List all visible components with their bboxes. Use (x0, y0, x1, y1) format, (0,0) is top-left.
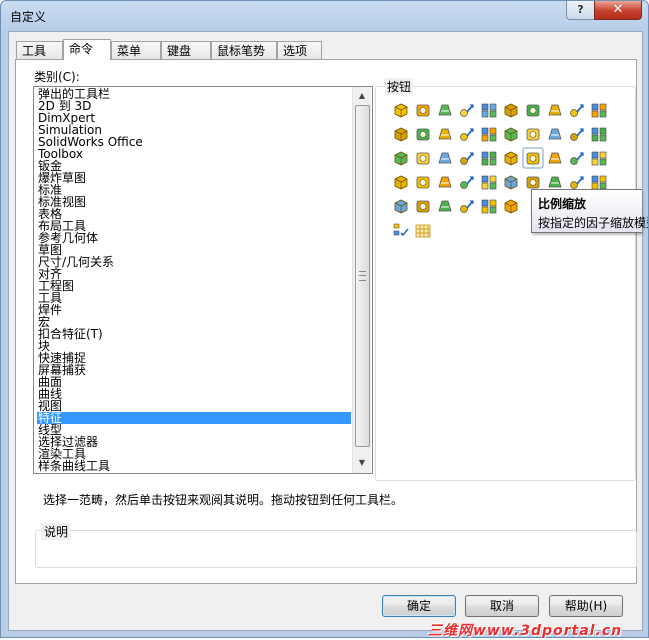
tab-toolbars[interactable]: 工具栏 (16, 41, 63, 76)
category-item[interactable]: 视图 (37, 400, 351, 412)
tooltip-description: 按指定的因子缩放模型 (538, 216, 649, 230)
scroll-up-icon[interactable]: ▲ (354, 88, 370, 104)
buttons-group-box (375, 86, 636, 481)
category-item[interactable]: 曲面 (37, 376, 351, 388)
rib-icon[interactable] (460, 128, 474, 141)
tab-options[interactable]: 选项 (277, 41, 322, 59)
close-button[interactable]: ✕ (594, 1, 642, 20)
category-item[interactable]: 曲线 (37, 388, 351, 400)
lofted-cut-icon[interactable] (591, 103, 607, 118)
category-item[interactable]: 标准视图 (37, 196, 351, 208)
help-button[interactable]: 帮助(H) (549, 595, 623, 617)
draft-icon[interactable] (481, 127, 497, 142)
thicken-icon[interactable] (548, 152, 562, 164)
command-tooltip: 比例缩放 按指定的因子缩放模型 (531, 189, 648, 233)
extruded-boss-icon[interactable] (394, 103, 408, 118)
ok-button[interactable]: 确定 (382, 595, 456, 617)
category-item[interactable]: SolidWorks Office (37, 136, 351, 148)
window-title: 自定义 (10, 10, 47, 24)
hole-series-icon[interactable] (591, 151, 607, 166)
intersect-icon[interactable] (504, 151, 518, 166)
category-item[interactable]: 参考几何体 (37, 232, 351, 244)
hole-wizard-icon[interactable] (526, 104, 540, 117)
indent-icon[interactable] (394, 151, 408, 166)
category-item[interactable]: 屏幕捕获 (37, 364, 351, 376)
watermark: 三维网www.3dportal.cn (428, 623, 623, 639)
revolved-boss-icon[interactable] (416, 104, 430, 117)
point-pattern-icon[interactable] (570, 176, 584, 189)
description-group-box (35, 530, 637, 568)
scale-icon[interactable] (522, 147, 544, 169)
category-item[interactable]: 对齐 (37, 268, 351, 280)
delete-body-icon[interactable] (548, 176, 562, 188)
fill-pattern-icon[interactable] (526, 176, 540, 189)
curve-icon[interactable] (504, 199, 518, 214)
lofted-boss-icon[interactable] (460, 104, 474, 117)
category-item[interactable]: 样条曲线工具 (37, 460, 351, 472)
title-bar[interactable]: 自定义 ? ✕ (1, 1, 648, 31)
hint-text: 选择一范畴，然后单击按钮来观阅其说明。拖动按钮到任何工具栏。 (43, 493, 404, 507)
scroll-down-icon[interactable]: ▼ (354, 455, 370, 471)
wrap-icon[interactable] (526, 128, 540, 141)
category-item[interactable]: Toolbox (37, 148, 351, 160)
fillet-icon[interactable] (416, 128, 430, 141)
tab-keyboard[interactable]: 键盘 (161, 41, 211, 59)
category-item[interactable]: 尺寸/几何关系 (37, 256, 351, 268)
table-driven-pattern-icon[interactable] (504, 175, 518, 190)
help-title-button[interactable]: ? (566, 1, 595, 20)
customize-dialog: 自定义 ? ✕ 工具栏 命令 菜单 键盘 鼠标笔势 选项 类别(C): 弹出的工… (0, 0, 649, 638)
chamfer-icon[interactable] (438, 128, 452, 140)
insert-part-icon[interactable] (438, 200, 452, 212)
swept-boss-icon[interactable] (438, 104, 452, 116)
mirror-icon[interactable] (438, 176, 452, 188)
flex-icon[interactable] (416, 152, 430, 165)
extruded-cut-icon[interactable] (504, 103, 518, 118)
linear-pattern-icon[interactable] (394, 175, 408, 190)
scroll-thumb[interactable] (355, 105, 370, 447)
category-item[interactable]: 工具 (37, 292, 351, 304)
join-icon[interactable] (460, 200, 474, 213)
swept-cut-icon[interactable] (570, 104, 584, 117)
boundary-cut-icon[interactable] (394, 127, 408, 142)
category-item[interactable]: 爆炸草图 (37, 172, 351, 184)
sketch-driven-pattern-icon[interactable] (481, 175, 497, 190)
feature-table-icon[interactable] (591, 175, 607, 190)
checklist-icon[interactable] (393, 223, 409, 237)
category-list: 弹出的工具栏 2D 到 3D DimXpert Simulation SolidWork… (37, 88, 351, 472)
tab-commands[interactable]: 命令 (63, 39, 111, 60)
tab-mouse-gestures[interactable]: 鼠标笔势 (211, 41, 277, 59)
split-line-icon[interactable] (481, 151, 497, 166)
category-label: 类别(C): (34, 70, 80, 84)
revolved-cut-icon[interactable] (548, 104, 562, 116)
boundary-boss-icon[interactable] (481, 103, 497, 118)
command-icons (393, 103, 607, 238)
shell-icon[interactable] (504, 127, 518, 142)
move-copy-body-icon[interactable] (416, 200, 430, 213)
library-feature-icon[interactable] (394, 199, 408, 214)
category-item[interactable]: 工程图 (37, 280, 351, 292)
tab-menus[interactable]: 菜单 (111, 41, 161, 59)
dialog-client: 工具栏 命令 菜单 键盘 鼠标笔势 选项 类别(C): 弹出的工具栏2D 到 3… (8, 31, 648, 631)
description-label: 说明 (41, 523, 72, 540)
cancel-button[interactable]: 取消 (465, 595, 539, 617)
dome-icon[interactable] (548, 128, 562, 140)
move-face-icon[interactable] (460, 152, 474, 165)
category-item[interactable]: 特征 (37, 412, 351, 424)
deform-icon[interactable] (591, 127, 607, 142)
delete-face-icon[interactable] (481, 199, 497, 214)
category-item[interactable]: 焊件 (37, 304, 351, 316)
tooltip-title: 比例缩放 (538, 197, 587, 211)
category-listbox[interactable]: 弹出的工具栏 2D 到 3D DimXpert Simulation SolidWork… (33, 86, 373, 474)
grip-icon (359, 271, 366, 281)
3d-grid-icon[interactable] (415, 224, 431, 238)
circular-pattern-icon[interactable] (416, 176, 430, 189)
list-scrollbar[interactable]: ▲ ▼ (352, 87, 371, 473)
buttons-group-label: 按钮 (385, 78, 414, 95)
category-item[interactable]: 扣合特征(T) (37, 328, 351, 340)
curve-driven-pattern-icon[interactable] (460, 176, 474, 189)
cosmetic-thread-icon[interactable] (570, 152, 584, 165)
freeform-icon[interactable] (570, 128, 584, 141)
combine-icon[interactable] (438, 152, 452, 164)
